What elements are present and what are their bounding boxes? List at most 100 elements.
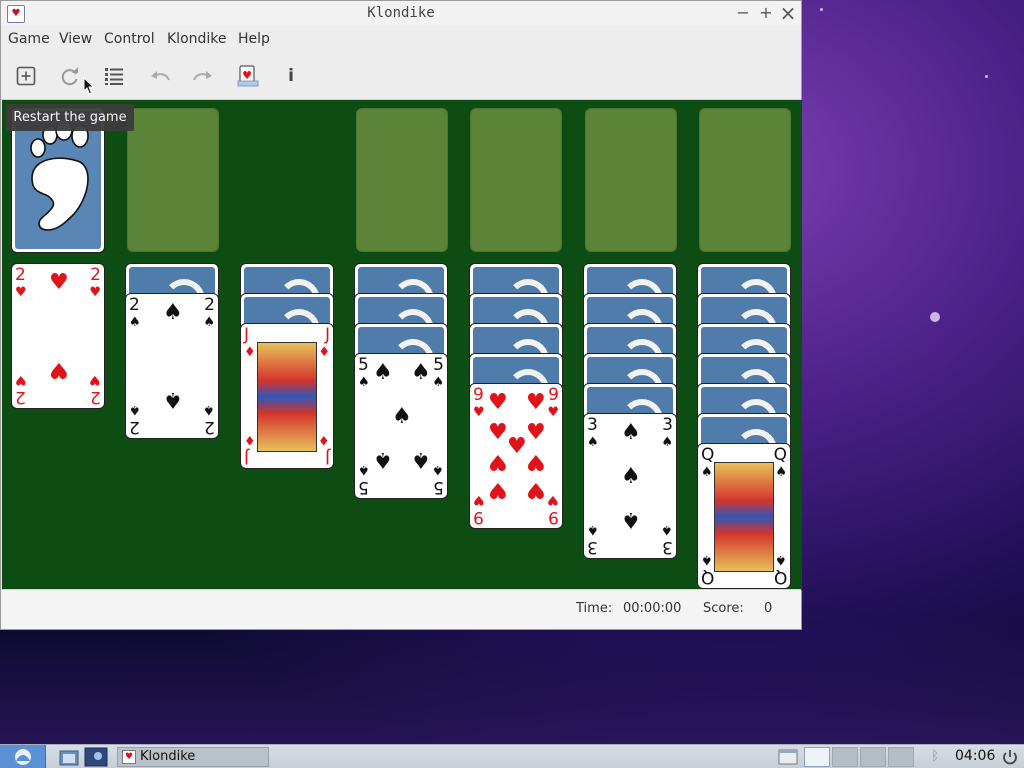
card-rank: 5	[358, 477, 369, 497]
card-suit-icon: ♥	[547, 492, 559, 507]
menu-control[interactable]: Control	[104, 31, 155, 47]
card-pip-icon: ♥	[488, 420, 508, 445]
foundation-slot[interactable]	[585, 108, 677, 252]
klondike-window: ♥ Klondike − + × Game View Control Klond…	[0, 0, 802, 630]
svg-text:♥: ♥	[242, 69, 252, 82]
card-suit-icon: ♥	[89, 285, 101, 300]
bluetooth-icon[interactable]: ᛒ	[928, 747, 942, 767]
score-label: Score:	[703, 601, 744, 616]
power-button[interactable]	[1000, 747, 1020, 767]
menu-view[interactable]: View	[59, 31, 92, 47]
close-button[interactable]: ×	[778, 3, 798, 23]
task-klondike[interactable]: ♥ Klondike	[117, 747, 269, 767]
card-rank: Q	[701, 567, 715, 587]
game-table[interactable]: 2 ♥ 2 ♥ 2 ♥ 2 ♥ ♥ ♥ 2 ♠ 2 ♠ 2 ♠ 2 ♠ ♠ ♠ J ♦ J ♦ J ♦ J ♦ 5 ♠ 5 ♠ 5 ♠ 5 ♠ ♠ ♠ ♠ ♠…	[2, 100, 802, 590]
workspace-4[interactable]	[888, 747, 914, 767]
redo-button[interactable]	[191, 64, 215, 88]
menu-game[interactable]: Game	[8, 31, 50, 47]
select-game-button[interactable]	[102, 64, 126, 88]
card-rank: 9	[548, 507, 559, 527]
card-rank: 2	[15, 387, 26, 407]
card-pip-icon: ♠	[163, 387, 183, 412]
new-game-icon	[16, 66, 36, 86]
title-bar[interactable]: ♥ Klondike − + ×	[1, 1, 801, 26]
card-rank: 5	[358, 355, 369, 375]
tableau-card[interactable]: J ♦ J ♦ J ♦ J ♦	[240, 323, 334, 469]
card-rank: 3	[662, 537, 673, 557]
court-card-artwork	[257, 342, 317, 452]
maximize-button[interactable]: +	[756, 3, 776, 23]
tableau-card[interactable]: Q ♠ Q ♠ Q ♠ Q ♠	[697, 443, 791, 589]
window-list-icon[interactable]	[777, 747, 799, 767]
minimize-button[interactable]: −	[733, 3, 753, 23]
card-suit-icon: ♦	[318, 345, 330, 360]
card-rank: 2	[90, 265, 101, 285]
card-rank: 9	[473, 385, 484, 405]
workspace-1[interactable]	[804, 747, 830, 767]
start-menu-button[interactable]	[0, 745, 46, 768]
desktop-star	[930, 312, 940, 322]
menu-klondike[interactable]: Klondike	[167, 31, 227, 47]
card-suit-icon: ♠	[775, 552, 787, 567]
info-button[interactable]: i	[284, 64, 298, 88]
file-manager-launcher[interactable]	[58, 747, 80, 767]
card-rank: 3	[587, 415, 598, 435]
tableau-card[interactable]: 2 ♥ 2 ♥ 2 ♥ 2 ♥ ♥ ♥	[11, 263, 105, 409]
card-rank: 9	[473, 507, 484, 527]
menu-bar: Game View Control Klondike Help	[1, 26, 801, 52]
menu-help[interactable]: Help	[238, 31, 270, 47]
new-game-button[interactable]	[14, 64, 38, 88]
card-rank: 5	[433, 355, 444, 375]
tableau-card[interactable]: 2 ♠ 2 ♠ 2 ♠ 2 ♠ ♠ ♠	[125, 293, 219, 439]
card-suit-icon: ♦	[318, 432, 330, 447]
card-rank: 2	[15, 265, 26, 285]
tooltip: Restart the game	[6, 104, 134, 131]
card-suit-icon: ♠	[701, 465, 713, 480]
undo-button[interactable]	[148, 64, 172, 88]
card-rank: 3	[587, 537, 598, 557]
foundation-slot[interactable]	[699, 108, 791, 252]
time-value: 00:00:00	[623, 601, 682, 616]
task-klondike-label: Klondike	[140, 749, 196, 764]
mouse-cursor	[83, 77, 95, 95]
card-suit-icon: ♥	[473, 492, 485, 507]
hint-button[interactable]: ♥	[236, 64, 260, 88]
card-suit-icon: ♠	[203, 315, 215, 330]
restart-game-button[interactable]	[58, 64, 82, 88]
card-pip-icon: ♥	[49, 357, 69, 382]
card-rank: 2	[204, 417, 215, 437]
card-rank: Q	[773, 445, 787, 465]
card-pip-icon: ♥	[526, 420, 546, 445]
card-pip-icon: ♠	[621, 420, 641, 445]
card-suit-icon: ♠	[775, 465, 787, 480]
card-suit-icon: ♠	[129, 315, 141, 330]
card-suit-icon: ♠	[661, 522, 673, 537]
card-suit-icon: ♥	[15, 372, 27, 387]
card-suit-icon: ♦	[244, 432, 256, 447]
clock: 04:06	[955, 748, 996, 764]
card-rank: J	[324, 325, 330, 345]
workspace-3[interactable]	[860, 747, 886, 767]
gnome-foot-icon	[30, 119, 89, 231]
tableau-card[interactable]: 5 ♠ 5 ♠ 5 ♠ 5 ♠ ♠ ♠ ♠ ♠ ♠	[354, 353, 448, 499]
foundation-slot[interactable]	[470, 108, 562, 252]
power-icon	[1003, 750, 1017, 765]
tableau-card[interactable]: 3 ♠ 3 ♠ 3 ♠ 3 ♠ ♠ ♠ ♠	[583, 413, 677, 559]
card-pip-icon: ♠	[411, 360, 431, 385]
card-rank: 2	[204, 295, 215, 315]
tableau-card[interactable]: 9 ♥ 9 ♥ 9 ♥ 9 ♥ ♥ ♥ ♥ ♥ ♥ ♥ ♥ ♥ ♥	[469, 383, 563, 529]
undo-icon	[151, 71, 170, 81]
start-menu-icon	[15, 749, 31, 765]
card-pip-icon: ♠	[373, 360, 393, 385]
court-card-artwork	[714, 462, 774, 572]
desktop-switcher[interactable]	[84, 747, 108, 767]
card-suit-icon: ♥	[473, 405, 485, 420]
card-suit-icon: ♥	[547, 405, 559, 420]
waste-slot[interactable]	[127, 108, 219, 252]
workspace-2[interactable]	[832, 747, 858, 767]
foundation-slot[interactable]	[356, 108, 448, 252]
card-pip-icon: ♥	[488, 390, 508, 415]
card-rank: 5	[433, 477, 444, 497]
window-list-icon-glyph	[778, 749, 798, 765]
card-pip-icon: ♠	[373, 447, 393, 472]
